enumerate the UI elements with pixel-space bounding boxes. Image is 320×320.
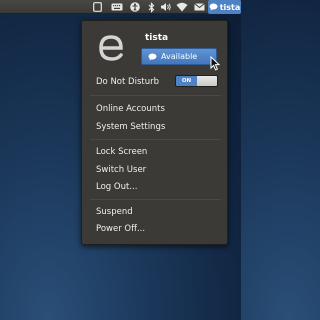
- do-not-disturb-toggle[interactable]: ON: [175, 75, 218, 87]
- menu-item-lock-screen[interactable]: Lock Screen: [96, 147, 147, 158]
- toggle-on-label: ON: [176, 76, 197, 86]
- menu-separator: [90, 139, 221, 140]
- chat-bubble-icon: [148, 53, 157, 61]
- menu-item-suspend[interactable]: Suspend: [96, 207, 133, 218]
- menu-item-online-accounts[interactable]: Online Accounts: [96, 104, 165, 115]
- bluetooth-icon[interactable]: [146, 1, 156, 13]
- volume-icon[interactable]: [159, 1, 172, 13]
- user-menu: tista Available Do Not Disturb ON Online…: [81, 20, 228, 245]
- top-panel: tista: [0, 0, 241, 14]
- wifi-icon[interactable]: [176, 1, 188, 13]
- status-label: Available: [161, 52, 198, 61]
- user-indicator[interactable]: tista: [208, 0, 241, 14]
- keyboard-icon[interactable]: [110, 1, 124, 13]
- do-not-disturb-label: Do Not Disturb: [96, 77, 159, 87]
- avatar: [94, 31, 128, 65]
- menu-separator: [90, 95, 221, 96]
- username-label: tista: [145, 33, 169, 43]
- toggle-knob[interactable]: [197, 76, 217, 86]
- chat-status-icon: [209, 3, 218, 11]
- menu-separator: [90, 199, 221, 200]
- menu-item-switch-user[interactable]: Switch User: [96, 165, 146, 176]
- mouse-cursor-icon: [210, 55, 221, 75]
- mail-icon[interactable]: [193, 1, 205, 13]
- accessibility-icon[interactable]: [129, 1, 141, 13]
- window-icon[interactable]: [92, 1, 103, 13]
- menu-item-system-settings[interactable]: System Settings: [96, 122, 165, 133]
- menu-item-power-off[interactable]: Power Off...: [96, 224, 145, 235]
- user-indicator-label: tista: [219, 2, 241, 12]
- menu-item-log-out[interactable]: Log Out...: [96, 182, 137, 193]
- status-dropdown-button[interactable]: Available: [141, 48, 217, 65]
